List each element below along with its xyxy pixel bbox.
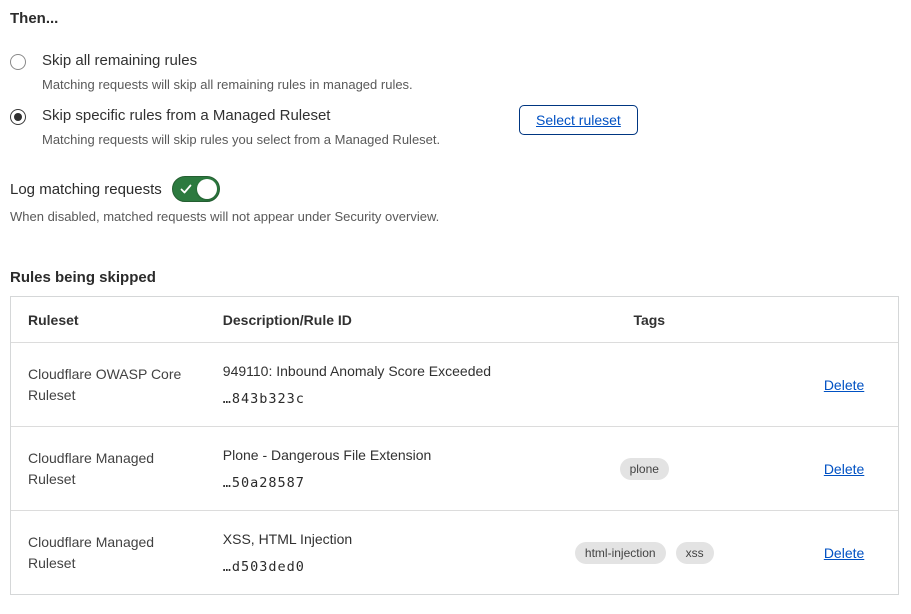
radio-skip-specific[interactable] (10, 109, 26, 125)
radio-skip-all[interactable] (10, 54, 26, 70)
ruleset-name: Cloudflare Managed Ruleset (28, 448, 189, 490)
ruleset-name: Cloudflare Managed Ruleset (28, 532, 189, 574)
table-row: Cloudflare Managed Ruleset Plone - Dange… (11, 426, 898, 510)
radio-dot (14, 113, 22, 121)
radio-skip-specific-label[interactable]: Skip specific rules from a Managed Rules… (42, 107, 440, 125)
radio-option-skip-specific: Skip specific rules from a Managed Rules… (10, 107, 901, 148)
tags-cell (508, 343, 790, 426)
tag-pill: plone (620, 458, 669, 480)
tag-pill: xss (676, 542, 714, 564)
toggle-knob (197, 179, 217, 199)
table-header-row: Ruleset Description/Rule ID Tags (11, 297, 898, 342)
then-heading: Then... (10, 10, 901, 28)
header-description-rule-id: Description/Rule ID (206, 297, 509, 342)
radio-skip-all-label[interactable]: Skip all remaining rules (42, 52, 413, 70)
waf-rule-config-panel: Then... Skip all remaining rules Matchin… (0, 0, 911, 595)
header-tags: Tags (508, 297, 790, 342)
radio-skip-all-description: Matching requests will skip all remainin… (42, 77, 413, 93)
log-matching-label: Log matching requests (10, 181, 162, 198)
header-ruleset: Ruleset (11, 297, 206, 342)
delete-link[interactable]: Delete (824, 461, 864, 477)
rule-description: XSS, HTML Injection (223, 530, 492, 548)
rule-id: …d503ded0 (223, 559, 492, 575)
log-matching-toggle[interactable] (172, 176, 220, 202)
rules-being-skipped-heading: Rules being skipped (10, 269, 901, 287)
rule-id: …50a28587 (223, 475, 492, 491)
log-matching-description: When disabled, matched requests will not… (10, 209, 901, 225)
rule-id: …843b323c (223, 391, 492, 407)
rule-description: Plone - Dangerous File Extension (223, 446, 492, 464)
tag-pill: html-injection (575, 542, 666, 564)
table-row: Cloudflare Managed Ruleset XSS, HTML Inj… (11, 510, 898, 594)
table-row: Cloudflare OWASP Core Ruleset 949110: In… (11, 342, 898, 426)
radio-skip-specific-description: Matching requests will skip rules you se… (42, 132, 440, 148)
rule-description: 949110: Inbound Anomaly Score Exceeded (223, 362, 492, 380)
tags-cell: plone (508, 427, 790, 510)
select-ruleset-button[interactable]: Select ruleset (519, 105, 638, 135)
header-action (790, 297, 898, 342)
delete-link[interactable]: Delete (824, 377, 864, 393)
log-matching-row: Log matching requests (10, 176, 901, 202)
radio-option-skip-all: Skip all remaining rules Matching reques… (10, 52, 901, 93)
check-icon (180, 183, 192, 195)
ruleset-name: Cloudflare OWASP Core Ruleset (28, 364, 189, 406)
tags-cell: html-injection xss (508, 511, 790, 594)
delete-link[interactable]: Delete (824, 545, 864, 561)
rules-table: Ruleset Description/Rule ID Tags Cloudfl… (10, 296, 899, 595)
